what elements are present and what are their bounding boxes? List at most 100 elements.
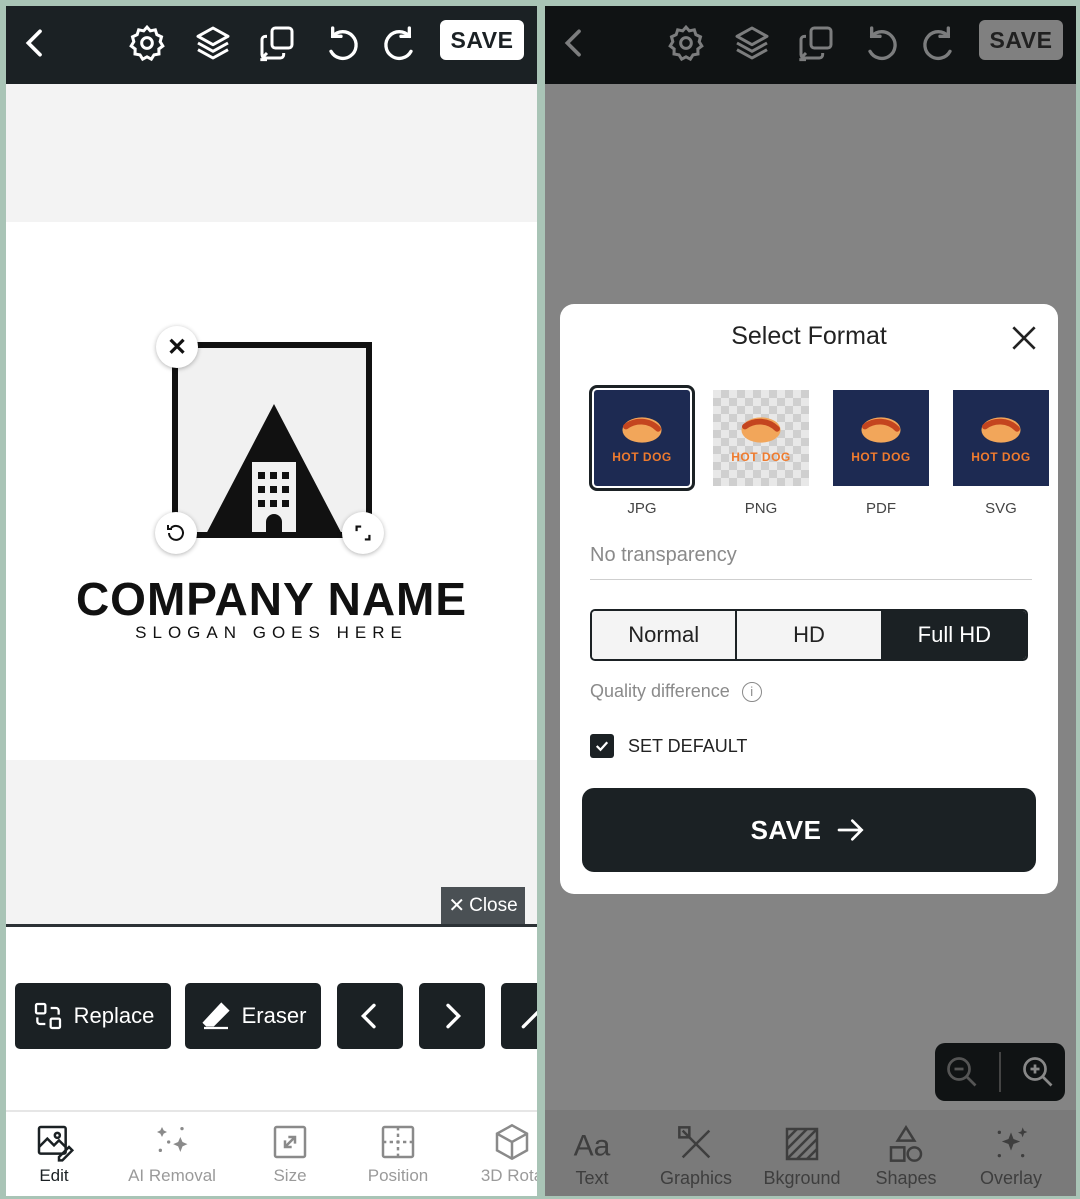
sparkles-icon bbox=[157, 1127, 188, 1152]
info-icon[interactable]: i bbox=[741, 681, 762, 702]
nav-edit[interactable]: Edit bbox=[6, 1122, 104, 1186]
format-svg-label: SVG bbox=[985, 500, 1017, 517]
slogan-text[interactable]: SLOGAN GOES HERE bbox=[6, 623, 537, 643]
previous-button[interactable] bbox=[337, 983, 403, 1049]
replace-label: Replace bbox=[73, 1003, 155, 1028]
layers-icon[interactable] bbox=[190, 20, 236, 66]
nav-position-label: Position bbox=[367, 1166, 429, 1185]
scale-handle-icon[interactable] bbox=[342, 512, 384, 554]
format-pdf[interactable]: HOT DOG PDF bbox=[833, 390, 929, 517]
hot-dog-icon bbox=[861, 417, 901, 443]
divider bbox=[6, 924, 537, 927]
eraser-label: Eraser bbox=[241, 1003, 307, 1028]
cube-icon bbox=[495, 1123, 529, 1161]
edit-pen-icon bbox=[521, 1010, 537, 1029]
format-svg[interactable]: HOT DOG SVG bbox=[953, 390, 1049, 517]
format-png-label: PNG bbox=[744, 500, 778, 517]
shapes-icon bbox=[889, 1124, 923, 1162]
tool-row: Replace Eraser bbox=[6, 983, 537, 1051]
redo-icon bbox=[917, 20, 963, 66]
set-default-option[interactable]: SET DEFAULT bbox=[590, 734, 747, 758]
back-icon bbox=[551, 20, 597, 66]
set-default-label: SET DEFAULT bbox=[628, 735, 748, 756]
replace-icon bbox=[34, 1002, 61, 1030]
svg-thumbnail: HOT DOG bbox=[953, 390, 1049, 486]
hot-dog-icon bbox=[741, 417, 781, 443]
close-icon: ✕ bbox=[448, 895, 466, 917]
rotate-handle-icon[interactable] bbox=[155, 512, 197, 554]
overlay-icon bbox=[997, 1127, 1028, 1158]
nav-3d-rotate[interactable]: 3D Rota bbox=[462, 1122, 537, 1186]
background-icon bbox=[785, 1127, 819, 1161]
nav-background-label: Bkground bbox=[763, 1168, 841, 1188]
svg-text:Aa: Aa bbox=[574, 1130, 611, 1163]
zoom-divider bbox=[998, 1052, 1001, 1092]
gear-icon[interactable] bbox=[124, 20, 170, 66]
pdf-thumbnail: HOT DOG bbox=[833, 390, 929, 486]
duplicate-icon[interactable] bbox=[254, 20, 300, 66]
thumb-text: HOT DOG bbox=[731, 450, 791, 464]
replace-button[interactable]: Replace bbox=[15, 983, 171, 1049]
quality-difference: Quality difference i bbox=[590, 681, 762, 702]
format-png[interactable]: HOT DOG PNG bbox=[713, 390, 809, 517]
edit-image-icon bbox=[37, 1125, 74, 1162]
quality-full-hd-button[interactable]: Full HD bbox=[882, 611, 1026, 659]
layers-icon bbox=[729, 20, 775, 66]
redo-icon[interactable] bbox=[378, 20, 424, 66]
arrow-right-icon bbox=[838, 819, 864, 841]
canvas-margin-top bbox=[6, 84, 537, 222]
eraser-button[interactable]: Eraser bbox=[185, 983, 321, 1049]
quality-hd-button[interactable]: HD bbox=[737, 611, 883, 659]
save-button-dimmed: SAVE bbox=[979, 20, 1063, 60]
nav-size-label: Size bbox=[273, 1166, 307, 1185]
bottom-navigation: Edit AI Removal Size Position 3D Rota bbox=[6, 1110, 537, 1196]
bottom-navigation-dimmed: Aa Text Graphics Bkground Shapes Overlay bbox=[545, 1110, 1076, 1196]
quality-selector: Normal HD Full HD bbox=[590, 609, 1028, 661]
check-icon bbox=[595, 741, 609, 752]
graphics-icon bbox=[678, 1126, 711, 1159]
thumb-text: HOT DOG bbox=[851, 450, 911, 464]
editor-screen: SAVE ✕ COMPANY NAME SLOGAN GOES HERE ✕ C… bbox=[6, 6, 537, 1196]
zoom-out-icon[interactable] bbox=[944, 1054, 980, 1090]
more-tool-button[interactable] bbox=[501, 983, 537, 1049]
back-icon[interactable] bbox=[12, 20, 58, 66]
format-jpg-label: JPG bbox=[627, 500, 657, 517]
gear-icon bbox=[663, 20, 709, 66]
zoom-in-icon[interactable] bbox=[1020, 1054, 1056, 1090]
set-default-checkbox[interactable] bbox=[590, 734, 614, 758]
dialog-title: Select Format bbox=[731, 322, 887, 350]
thumb-text: HOT DOG bbox=[612, 450, 672, 464]
duplicate-icon bbox=[793, 20, 839, 66]
close-button[interactable]: ✕ Close bbox=[441, 887, 525, 924]
transparency-field[interactable]: No transparency bbox=[590, 544, 1032, 580]
nav-background: Bkground bbox=[752, 1124, 852, 1189]
nav-ai-removal[interactable]: AI Removal bbox=[122, 1122, 222, 1186]
quality-normal-button[interactable]: Normal bbox=[592, 611, 738, 659]
nav-ai-removal-label: AI Removal bbox=[128, 1166, 216, 1185]
chevron-left-icon bbox=[360, 1003, 376, 1029]
nav-shapes: Shapes bbox=[856, 1124, 956, 1189]
save-export-button[interactable]: SAVE bbox=[582, 788, 1036, 872]
top-toolbar: SAVE bbox=[6, 6, 537, 84]
logo-image-frame[interactable] bbox=[172, 342, 372, 538]
next-button[interactable] bbox=[419, 983, 485, 1049]
nav-graphics: Graphics bbox=[646, 1124, 746, 1189]
nav-size[interactable]: Size bbox=[240, 1122, 340, 1186]
save-button[interactable]: SAVE bbox=[440, 20, 524, 60]
nav-position[interactable]: Position bbox=[348, 1122, 448, 1186]
jpg-thumbnail: HOT DOG bbox=[589, 385, 695, 491]
close-icon[interactable] bbox=[1008, 322, 1040, 354]
delete-handle-icon[interactable]: ✕ bbox=[156, 326, 198, 368]
undo-icon[interactable] bbox=[318, 20, 364, 66]
close-label: Close bbox=[469, 894, 518, 916]
format-jpg[interactable]: HOT DOG JPG bbox=[589, 385, 695, 517]
save-export-label: SAVE bbox=[750, 814, 822, 845]
company-name-text[interactable]: COMPANY NAME bbox=[6, 572, 537, 626]
eraser-icon bbox=[202, 1002, 230, 1030]
hot-dog-icon bbox=[622, 417, 662, 443]
nav-shapes-label: Shapes bbox=[875, 1168, 937, 1188]
format-pdf-label: PDF bbox=[866, 500, 896, 517]
nav-text-label: Text bbox=[575, 1168, 609, 1188]
chevron-right-icon bbox=[446, 1003, 462, 1029]
select-format-dialog: Select Format HOT DOG JPG HOT DOG PNG HO… bbox=[560, 304, 1058, 894]
